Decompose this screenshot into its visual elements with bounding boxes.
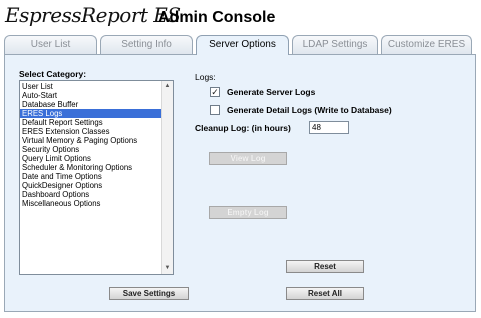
empty-log-button[interactable]: Empty Log: [209, 206, 287, 219]
server-options-panel: Select Category: User List Auto-Start Da…: [4, 54, 476, 312]
category-item-eres-logs[interactable]: ERES Logs: [20, 109, 161, 118]
reset-button[interactable]: Reset: [286, 260, 364, 273]
category-item-user-list[interactable]: User List: [20, 82, 161, 91]
tab-setting-info[interactable]: Setting Info: [100, 35, 193, 54]
generate-detail-logs-label: Generate Detail Logs (Write to Database): [227, 105, 392, 115]
category-item-miscellaneous-options[interactable]: Miscellaneous Options: [20, 199, 161, 208]
reset-all-button[interactable]: Reset All: [286, 287, 364, 300]
category-item-eres-extension-classes[interactable]: ERES Extension Classes: [20, 127, 161, 136]
category-item-virtual-memory[interactable]: Virtual Memory & Paging Options: [20, 136, 161, 145]
triangle-down-icon[interactable]: ▼: [162, 263, 173, 274]
tab-customize-eres[interactable]: Customize ERES: [381, 35, 472, 54]
category-item-query-limit-options[interactable]: Query Limit Options: [20, 154, 161, 163]
category-label: Select Category:: [19, 69, 87, 79]
tab-user-list[interactable]: User List: [4, 35, 97, 54]
category-item-scheduler-monitoring[interactable]: Scheduler & Monitoring Options: [20, 163, 161, 172]
checkmark-icon: ✓: [211, 87, 219, 97]
category-item-database-buffer[interactable]: Database Buffer: [20, 100, 161, 109]
tab-bar: User List Setting Info Server Options LD…: [4, 35, 476, 55]
cleanup-log-input[interactable]: 48: [309, 121, 349, 134]
category-item-default-report-settings[interactable]: Default Report Settings: [20, 118, 161, 127]
view-log-button[interactable]: View Log: [209, 152, 287, 165]
category-listbox[interactable]: User List Auto-Start Database Buffer ERE…: [19, 80, 174, 275]
category-scrollbar[interactable]: ▲ ▼: [161, 81, 173, 274]
category-item-dashboard-options[interactable]: Dashboard Options: [20, 190, 161, 199]
logs-section-label: Logs:: [195, 72, 216, 82]
category-item-auto-start[interactable]: Auto-Start: [20, 91, 161, 100]
tab-server-options[interactable]: Server Options: [196, 35, 289, 55]
category-item-quickdesigner-options[interactable]: QuickDesigner Options: [20, 181, 161, 190]
triangle-up-icon[interactable]: ▲: [162, 81, 173, 92]
espressreport-logo: EspressReport ES: [5, 3, 181, 27]
tab-ldap-settings[interactable]: LDAP Settings: [292, 35, 378, 54]
generate-server-logs-checkbox[interactable]: ✓: [210, 87, 220, 97]
cleanup-log-label: Cleanup Log: (in hours): [195, 123, 291, 133]
category-items: User List Auto-Start Database Buffer ERE…: [20, 82, 161, 208]
category-item-security-options[interactable]: Security Options: [20, 145, 161, 154]
generate-server-logs-label: Generate Server Logs: [227, 87, 316, 97]
generate-detail-logs-checkbox[interactable]: [210, 105, 220, 115]
page-title: Admin Console: [158, 9, 276, 26]
app-header: EspressReport ES Admin Console: [0, 0, 481, 34]
category-item-date-time-options[interactable]: Date and Time Options: [20, 172, 161, 181]
save-settings-button[interactable]: Save Settings: [109, 287, 189, 300]
